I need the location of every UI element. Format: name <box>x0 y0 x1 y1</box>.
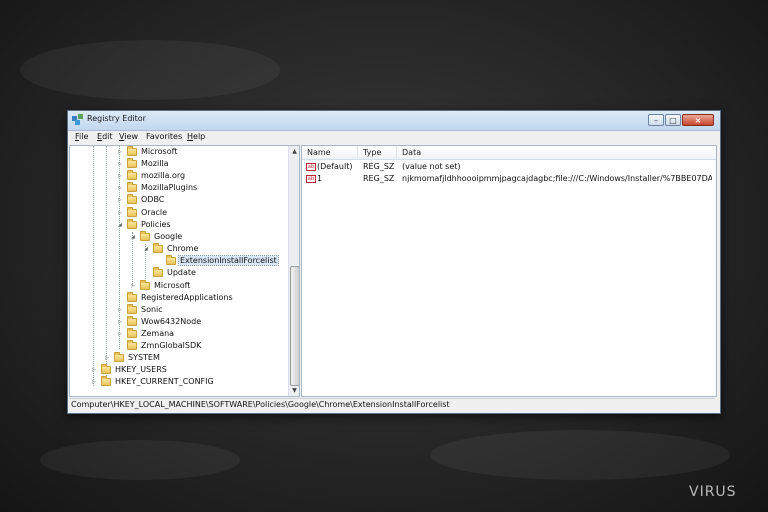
expand-arrow-icon[interactable]: ▷ <box>118 182 125 194</box>
folder-icon <box>127 340 137 350</box>
window-title: Registry Editor <box>87 114 146 123</box>
registry-editor-icon <box>72 114 83 125</box>
menu-edit[interactable]: Edit <box>97 132 113 141</box>
registry-value-row[interactable]: ab 1 REG_SZ njkmomafjldhhoooipmmjpagcajd… <box>302 173 716 185</box>
folder-open-icon <box>140 231 150 241</box>
scroll-down-arrow-icon[interactable]: ▼ <box>289 385 299 396</box>
background-smudge <box>20 40 280 100</box>
site-watermark: VIRUS <box>689 484 737 500</box>
folder-icon <box>127 182 137 192</box>
collapse-arrow-icon[interactable]: ◢ <box>118 219 125 231</box>
scrollbar-thumb[interactable] <box>290 266 299 386</box>
tree-scrollbar[interactable]: ▲ ▼ <box>288 146 299 396</box>
tree-node[interactable]: ▷ HKEY_CURRENT_CONFIG <box>92 376 215 388</box>
expand-arrow-icon[interactable]: ▷ <box>118 316 125 328</box>
collapse-arrow-icon[interactable]: ◢ <box>144 243 151 255</box>
title-bar[interactable]: Registry Editor – □ × <box>68 111 720 131</box>
value-name: (Default) <box>317 162 353 171</box>
expand-arrow-icon[interactable]: ▷ <box>131 280 138 292</box>
tree-node[interactable]: ◢ Google <box>131 231 183 243</box>
expand-arrow-icon[interactable]: ▷ <box>105 352 112 364</box>
value-data: (value not set) <box>402 162 461 171</box>
folder-open-icon <box>153 243 163 253</box>
values-list[interactable]: Name Type Data ab (Default) REG_SZ (valu… <box>301 145 717 397</box>
scroll-up-arrow-icon[interactable]: ▲ <box>289 146 299 157</box>
tree-guide-line <box>93 146 94 386</box>
expand-arrow-icon[interactable]: ▷ <box>118 170 125 182</box>
tree-node[interactable]: ▷ Zemana <box>118 328 175 340</box>
value-name: 1 <box>317 174 323 183</box>
tree-node[interactable]: ▷ HKEY_USERS <box>92 364 168 376</box>
folder-icon <box>127 316 137 326</box>
tree-node[interactable]: ▷ Microsoft <box>131 280 191 292</box>
folder-icon <box>140 280 150 290</box>
menu-bar: File Edit View Favorites Help <box>68 131 720 144</box>
status-bar-path: Computer\HKEY_LOCAL_MACHINE\SOFTWARE\Pol… <box>69 398 715 410</box>
folder-icon <box>153 267 163 277</box>
tree-node[interactable]: ▷ Mozilla <box>118 158 170 170</box>
tree-node[interactable]: ▷ MozillaPlugins <box>118 182 198 194</box>
string-value-icon: ab <box>306 175 316 183</box>
string-value-icon: ab <box>306 163 316 171</box>
expand-arrow-icon[interactable]: ▷ <box>118 194 125 206</box>
expand-arrow-icon[interactable]: ▷ <box>118 146 125 158</box>
column-header-data[interactable]: Data <box>397 146 716 159</box>
expand-arrow-icon[interactable]: ▷ <box>118 158 125 170</box>
folder-icon <box>101 376 111 386</box>
folder-icon <box>127 158 137 168</box>
expand-arrow-icon[interactable]: ▷ <box>118 304 125 316</box>
menu-file[interactable]: File <box>75 132 88 141</box>
registry-editor-window: Registry Editor – □ × File Edit View Fav… <box>67 110 721 414</box>
background-smudge <box>40 440 240 480</box>
tree-node[interactable]: ▷ Wow6432Node <box>118 316 202 328</box>
tree-node[interactable]: ZmnGlobalSDK <box>118 340 202 352</box>
folder-icon <box>114 352 124 362</box>
column-header-type[interactable]: Type <box>358 146 397 159</box>
expand-arrow-icon[interactable]: ▷ <box>92 364 99 376</box>
tree-node[interactable]: ▷ SYSTEM <box>105 352 161 364</box>
registry-tree[interactable]: ▷ Microsoft ▷ Mozilla ▷ mozilla.org ▷ Mozill… <box>69 145 300 397</box>
tree-node[interactable]: ◢ Chrome <box>144 243 199 255</box>
folder-icon <box>127 207 137 217</box>
tree-node[interactable]: Update <box>144 267 197 279</box>
tree-node[interactable]: ▷ Microsoft <box>118 146 178 158</box>
menu-view[interactable]: View <box>119 132 138 141</box>
menu-help[interactable]: Help <box>187 132 205 141</box>
close-button[interactable]: × <box>682 114 714 126</box>
menu-favorites[interactable]: Favorites <box>146 132 182 141</box>
folder-icon <box>127 170 137 180</box>
minimize-button[interactable]: – <box>648 114 664 126</box>
folder-icon <box>166 255 176 265</box>
value-type: REG_SZ <box>363 162 395 171</box>
maximize-button[interactable]: □ <box>665 114 681 126</box>
expand-arrow-icon[interactable]: ▷ <box>118 207 125 219</box>
column-header-name[interactable]: Name <box>302 146 358 159</box>
tree-node[interactable]: ▷ Oracle <box>118 207 168 219</box>
background-smudge <box>430 430 730 480</box>
tree-node[interactable]: ▷ Sonic <box>118 304 164 316</box>
folder-icon <box>127 146 137 156</box>
value-data: njkmomafjldhhoooipmmjpagcajdagbc;file://… <box>402 174 712 183</box>
tree-node[interactable]: ▷ mozilla.org <box>118 170 186 182</box>
expand-arrow-icon[interactable]: ▷ <box>92 376 99 388</box>
tree-node[interactable]: ◢ Policies <box>118 219 172 231</box>
tree-node-selected[interactable]: ExtensionInstallForcelist <box>157 255 279 267</box>
collapse-arrow-icon[interactable]: ◢ <box>131 231 138 243</box>
tree-node[interactable]: RegisteredApplications <box>118 292 234 304</box>
folder-open-icon <box>127 219 137 229</box>
folder-icon <box>127 328 137 338</box>
registry-value-row[interactable]: ab (Default) REG_SZ (value not set) <box>302 161 716 173</box>
tree-node[interactable]: ▷ ODBC <box>118 194 165 206</box>
expand-arrow-icon[interactable]: ▷ <box>118 328 125 340</box>
folder-icon <box>127 194 137 204</box>
value-type: REG_SZ <box>363 174 395 183</box>
tree-guide-line <box>106 146 107 378</box>
folder-icon <box>101 364 111 374</box>
folder-icon <box>127 292 137 302</box>
folder-icon <box>127 304 137 314</box>
